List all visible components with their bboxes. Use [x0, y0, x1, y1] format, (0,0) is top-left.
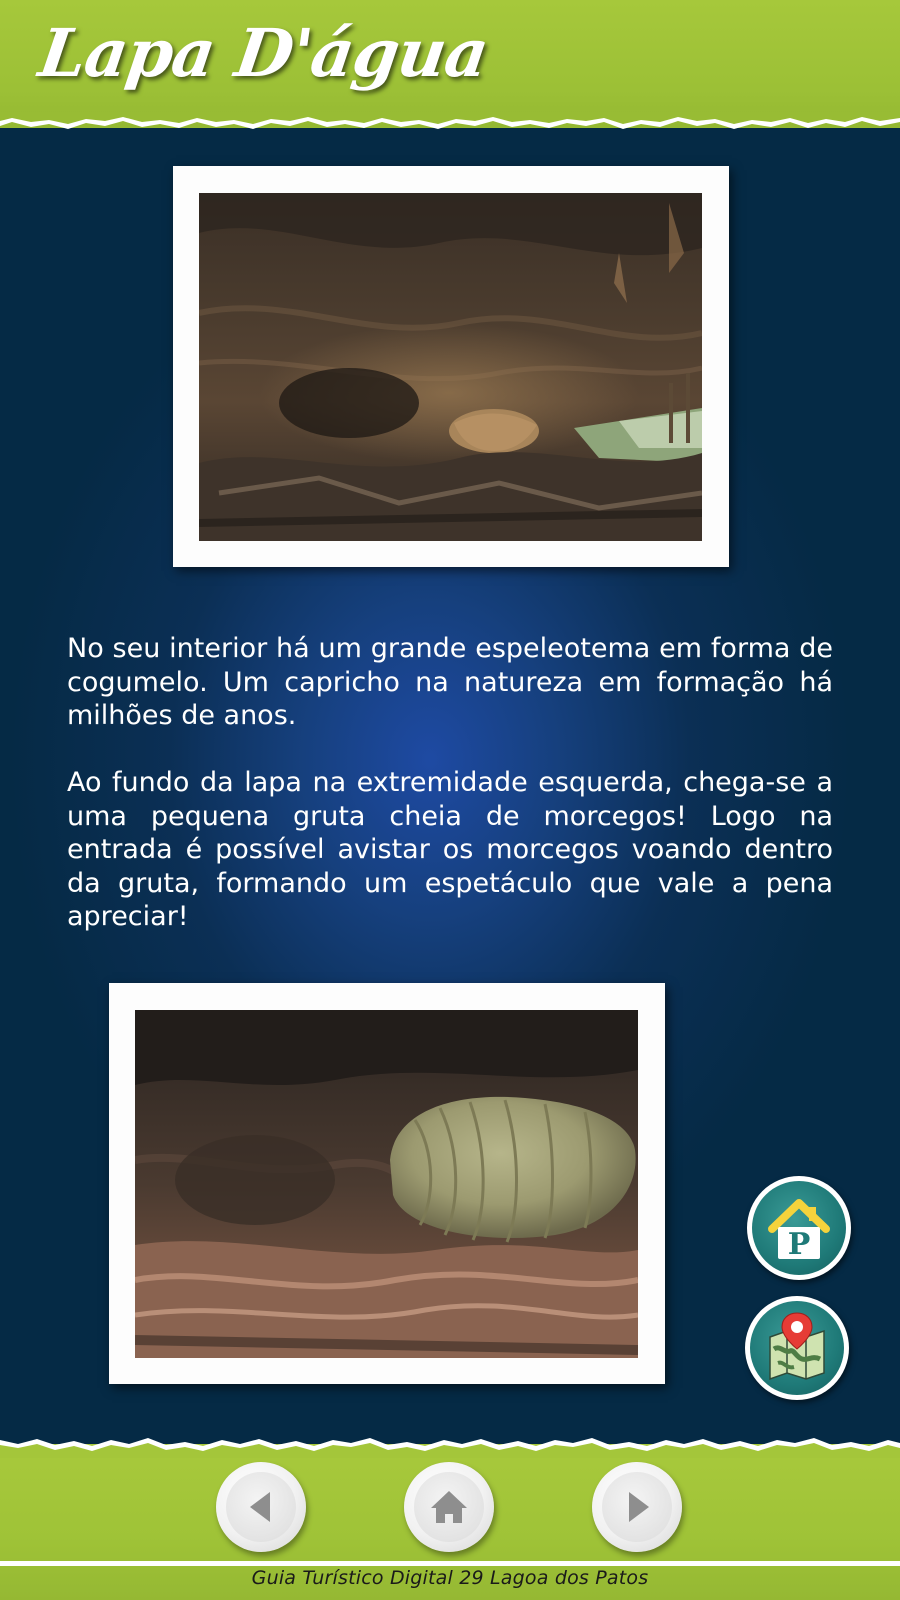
description-paragraph-1: No seu interior há um grande espeleotema…	[67, 633, 833, 731]
home-button-face	[414, 1472, 484, 1542]
map-button[interactable]	[745, 1296, 849, 1400]
house-parking-icon: P	[768, 1199, 830, 1262]
house-icon	[431, 1491, 467, 1523]
parking-letter: P	[788, 1227, 811, 1262]
prev-button[interactable]	[216, 1462, 306, 1552]
next-button-face	[602, 1472, 672, 1542]
mushroom-speleothem-photo	[135, 1010, 638, 1358]
map-pin-icon	[769, 1312, 825, 1381]
speleothem-illustration	[135, 1010, 638, 1358]
footer-caption: Guia Turístico Digital 29 Lagoa dos Pato…	[251, 1567, 649, 1589]
header-torn-edge	[0, 112, 900, 129]
photo-frame-top	[173, 166, 729, 567]
page-title: Lapa D'água	[34, 14, 493, 92]
footer-divider	[0, 1561, 900, 1566]
next-button[interactable]	[592, 1462, 682, 1552]
footer-torn-edge	[0, 1438, 900, 1458]
parking-button-face: P	[752, 1181, 846, 1275]
home-button[interactable]	[404, 1462, 494, 1552]
parking-button[interactable]: P	[747, 1176, 851, 1280]
cave-ceiling-illustration	[199, 193, 702, 541]
description-paragraph-2: Ao fundo da lapa na extremidade esquerda…	[67, 767, 833, 932]
triangle-left-icon	[250, 1492, 270, 1522]
cave-ceiling-photo	[199, 193, 702, 541]
map-button-face	[750, 1301, 844, 1395]
triangle-right-icon	[629, 1492, 649, 1522]
header-banner: Lapa D'água	[0, 0, 900, 128]
photo-frame-bottom	[109, 983, 665, 1384]
prev-button-face	[226, 1472, 296, 1542]
